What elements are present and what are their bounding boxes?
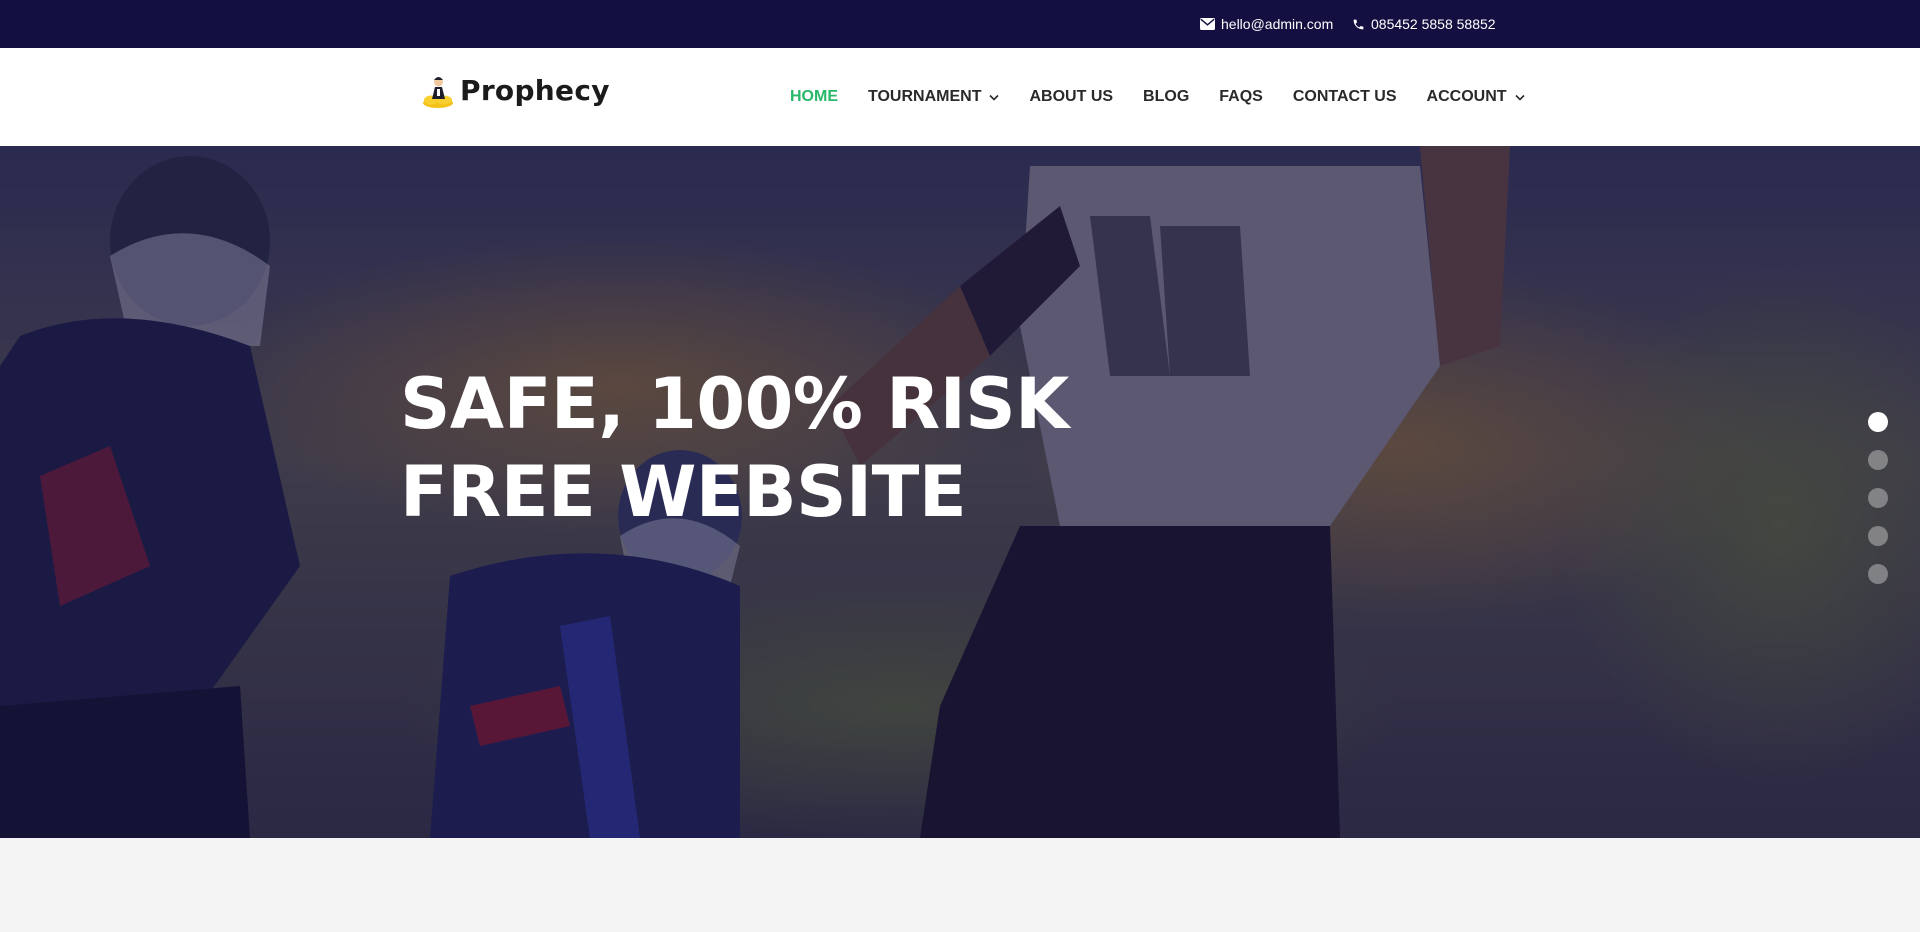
phone-icon <box>1352 18 1365 31</box>
hero-title-line: SAFE, 100% RISK <box>400 363 1069 445</box>
envelope-icon <box>1200 18 1215 30</box>
brand-logo-link[interactable]: Prophecy <box>420 70 610 110</box>
top-contact-bar: hello@admin.com 085452 5858 58852 <box>0 0 1920 48</box>
nav-item-label: CONTACT US <box>1292 88 1397 105</box>
nav-item-tournament[interactable]: TOURNAMENT <box>868 88 1000 106</box>
nav-item-account[interactable]: ACCOUNT <box>1427 88 1525 106</box>
content-section <box>0 838 1920 932</box>
slider-pagination <box>1868 412 1888 584</box>
brand-name: Prophecy <box>460 73 610 107</box>
chevron-down-icon <box>989 94 1000 101</box>
nav-item-home[interactable]: HOME <box>790 88 838 106</box>
prophet-on-cloud-logo-icon <box>420 70 456 110</box>
nav-item-label: FAQS <box>1219 88 1263 105</box>
nav-item-label: HOME <box>790 88 838 105</box>
email-text: hello@admin.com <box>1221 16 1334 32</box>
nav-item-faqs[interactable]: FAQS <box>1219 88 1263 106</box>
nav-item-label: ACCOUNT <box>1426 88 1507 105</box>
slider-dot[interactable] <box>1868 526 1888 546</box>
nav-item-about-us[interactable]: ABOUT US <box>1029 88 1113 106</box>
phone-text: 085452 5858 58852 <box>1371 16 1496 32</box>
slider-dot[interactable] <box>1868 450 1888 470</box>
main-header: Prophecy HOME TOURNAMENT ABOUT US BLOG F… <box>0 48 1920 146</box>
nav-item-label: ABOUT US <box>1029 88 1114 105</box>
slider-dot[interactable] <box>1868 564 1888 584</box>
nav-item-label: TOURNAMENT <box>868 88 982 105</box>
chevron-down-icon <box>1514 94 1525 101</box>
hero-title-line: FREE WEBSITE <box>400 451 967 533</box>
hero-title: SAFE, 100% RISK FREE WEBSITE <box>400 360 1120 536</box>
phone-link[interactable]: 085452 5858 58852 <box>1352 0 1496 48</box>
email-link[interactable]: hello@admin.com <box>1200 0 1333 48</box>
nav-item-contact-us[interactable]: CONTACT US <box>1293 88 1397 106</box>
nav-item-blog[interactable]: BLOG <box>1143 88 1189 106</box>
nav-item-label: BLOG <box>1143 88 1190 105</box>
hero-slider: SAFE, 100% RISK FREE WEBSITE <box>0 146 1920 838</box>
slider-dot[interactable] <box>1868 488 1888 508</box>
slider-dot[interactable] <box>1868 412 1888 432</box>
main-nav: HOME TOURNAMENT ABOUT US BLOG FAQS CONTA… <box>790 48 1525 146</box>
